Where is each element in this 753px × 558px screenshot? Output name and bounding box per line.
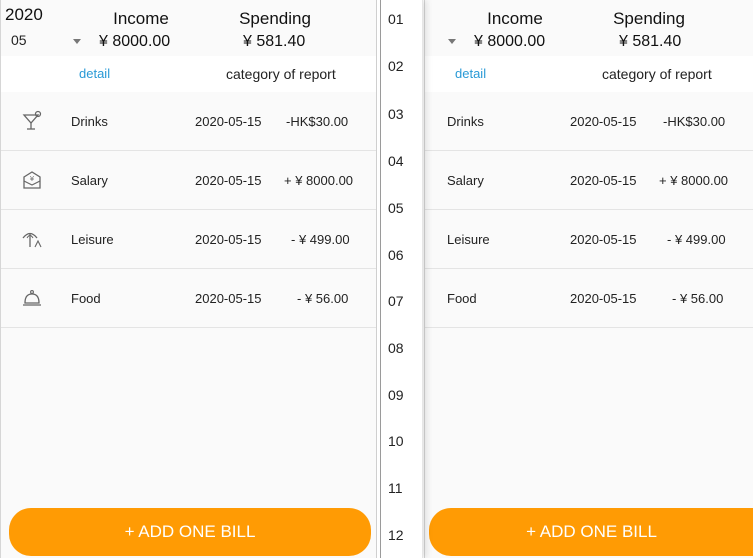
bill-row-leisure[interactable]: Leisure 2020-05-15 - ¥ 499.00 bbox=[1, 210, 376, 269]
tab-detail[interactable]: detail bbox=[79, 66, 110, 81]
view-tabs: detail category of report bbox=[425, 56, 753, 92]
bill-date: 2020-05-15 bbox=[570, 114, 637, 129]
bill-date: 2020-05-15 bbox=[570, 232, 637, 247]
bill-category: Salary bbox=[71, 173, 108, 188]
bill-amount: -HK$30.00 bbox=[663, 114, 726, 129]
bill-row-leisure[interactable]: Leisure 2020-05-15 - ¥ 499.00 bbox=[425, 210, 753, 269]
month-dropdown-icon[interactable] bbox=[448, 39, 456, 44]
summary-header: Income ¥ 8000.00 Spending ¥ 581.40 bbox=[425, 0, 753, 56]
bill-category: Drinks bbox=[71, 114, 108, 129]
summary-header: 2020 05 Income ¥ 8000.00 Spending ¥ 581.… bbox=[1, 0, 376, 56]
spending-value: ¥ 581.40 bbox=[619, 33, 682, 50]
bill-amount: - ¥ 56.00 bbox=[297, 291, 349, 306]
bill-amount: -HK$30.00 bbox=[286, 114, 349, 129]
month-picker-drawer: 01 02 03 04 05 06 07 08 09 10 11 12 bbox=[380, 0, 423, 558]
bill-list: Drinks 2020-05-15 -HK$30.00 ¥ Salary 202… bbox=[1, 92, 376, 328]
bill-date: 2020-05-15 bbox=[570, 173, 637, 188]
bill-row-salary[interactable]: ¥ Salary 2020-05-15 + ¥ 8000.00 bbox=[1, 151, 376, 210]
month-option-12[interactable]: 12 bbox=[381, 527, 423, 543]
spending-value: ¥ 581.40 bbox=[243, 33, 306, 50]
income-label: Income bbox=[487, 9, 543, 28]
month-option-10[interactable]: 10 bbox=[381, 433, 423, 449]
beach-umbrella-icon bbox=[22, 232, 42, 248]
bill-amount: - ¥ 499.00 bbox=[291, 232, 350, 247]
bill-category: Food bbox=[71, 291, 101, 306]
bill-amount: - ¥ 56.00 bbox=[672, 291, 724, 306]
bill-category: Salary bbox=[447, 173, 484, 188]
bill-date: 2020-05-15 bbox=[195, 114, 262, 129]
bill-date: 2020-05-15 bbox=[570, 291, 637, 306]
month-option-07[interactable]: 07 bbox=[381, 293, 423, 309]
bill-list: Drinks 2020-05-15 -HK$30.00 Salary 2020-… bbox=[425, 92, 753, 328]
view-tabs: detail category of report bbox=[1, 56, 376, 92]
add-bill-button[interactable]: + ADD ONE BILL bbox=[9, 508, 371, 556]
year-selector[interactable]: 2020 bbox=[5, 5, 43, 25]
food-cloche-icon bbox=[23, 290, 41, 306]
bill-category: Leisure bbox=[447, 232, 490, 247]
spending-label: Spending bbox=[239, 9, 311, 28]
bill-row-drinks[interactable]: Drinks 2020-05-15 -HK$30.00 bbox=[1, 92, 376, 151]
main-bill-screen: 2020 05 Income ¥ 8000.00 Spending ¥ 581.… bbox=[0, 0, 377, 558]
month-dropdown-icon[interactable] bbox=[73, 39, 81, 44]
month-option-04[interactable]: 04 bbox=[381, 153, 423, 169]
tab-detail[interactable]: detail bbox=[455, 66, 486, 81]
bill-category: Food bbox=[447, 291, 477, 306]
month-option-01[interactable]: 01 bbox=[381, 11, 423, 27]
add-bill-button[interactable]: + ADD ONE BILL bbox=[429, 508, 753, 556]
month-option-09[interactable]: 09 bbox=[381, 387, 423, 403]
bill-row-drinks[interactable]: Drinks 2020-05-15 -HK$30.00 bbox=[425, 92, 753, 151]
month-option-08[interactable]: 08 bbox=[381, 340, 423, 356]
bill-amount: - ¥ 499.00 bbox=[667, 232, 726, 247]
cocktail-glass-icon bbox=[22, 110, 42, 130]
month-selector[interactable]: 05 bbox=[11, 32, 27, 48]
income-value: ¥ 8000.00 bbox=[474, 33, 546, 50]
income-label: Income bbox=[113, 9, 169, 28]
month-option-06[interactable]: 06 bbox=[381, 247, 423, 263]
income-value: ¥ 8000.00 bbox=[99, 33, 171, 50]
bill-category: Leisure bbox=[71, 232, 114, 247]
bill-category: Drinks bbox=[447, 114, 484, 129]
bill-row-food[interactable]: Food 2020-05-15 - ¥ 56.00 bbox=[1, 269, 376, 328]
month-option-03[interactable]: 03 bbox=[381, 106, 423, 122]
bill-amount: + ¥ 8000.00 bbox=[284, 173, 354, 188]
tab-category-report[interactable]: category of report bbox=[226, 66, 336, 82]
bill-amount: + ¥ 8000.00 bbox=[659, 173, 729, 188]
tab-category-report[interactable]: category of report bbox=[602, 66, 712, 82]
spending-label: Spending bbox=[613, 9, 685, 28]
month-option-11[interactable]: 11 bbox=[381, 480, 423, 496]
bill-date: 2020-05-15 bbox=[195, 173, 262, 188]
bill-date: 2020-05-15 bbox=[195, 232, 262, 247]
svg-text:¥: ¥ bbox=[30, 175, 35, 183]
bill-date: 2020-05-15 bbox=[195, 291, 262, 306]
bill-row-salary[interactable]: Salary 2020-05-15 + ¥ 8000.00 bbox=[425, 151, 753, 210]
bill-row-food[interactable]: Food 2020-05-15 - ¥ 56.00 bbox=[425, 269, 753, 328]
secondary-bill-screen: Income ¥ 8000.00 Spending ¥ 581.40 detai… bbox=[424, 0, 753, 558]
salary-envelope-icon: ¥ bbox=[23, 171, 41, 189]
month-option-02[interactable]: 02 bbox=[381, 58, 423, 74]
month-option-05[interactable]: 05 bbox=[381, 200, 423, 216]
